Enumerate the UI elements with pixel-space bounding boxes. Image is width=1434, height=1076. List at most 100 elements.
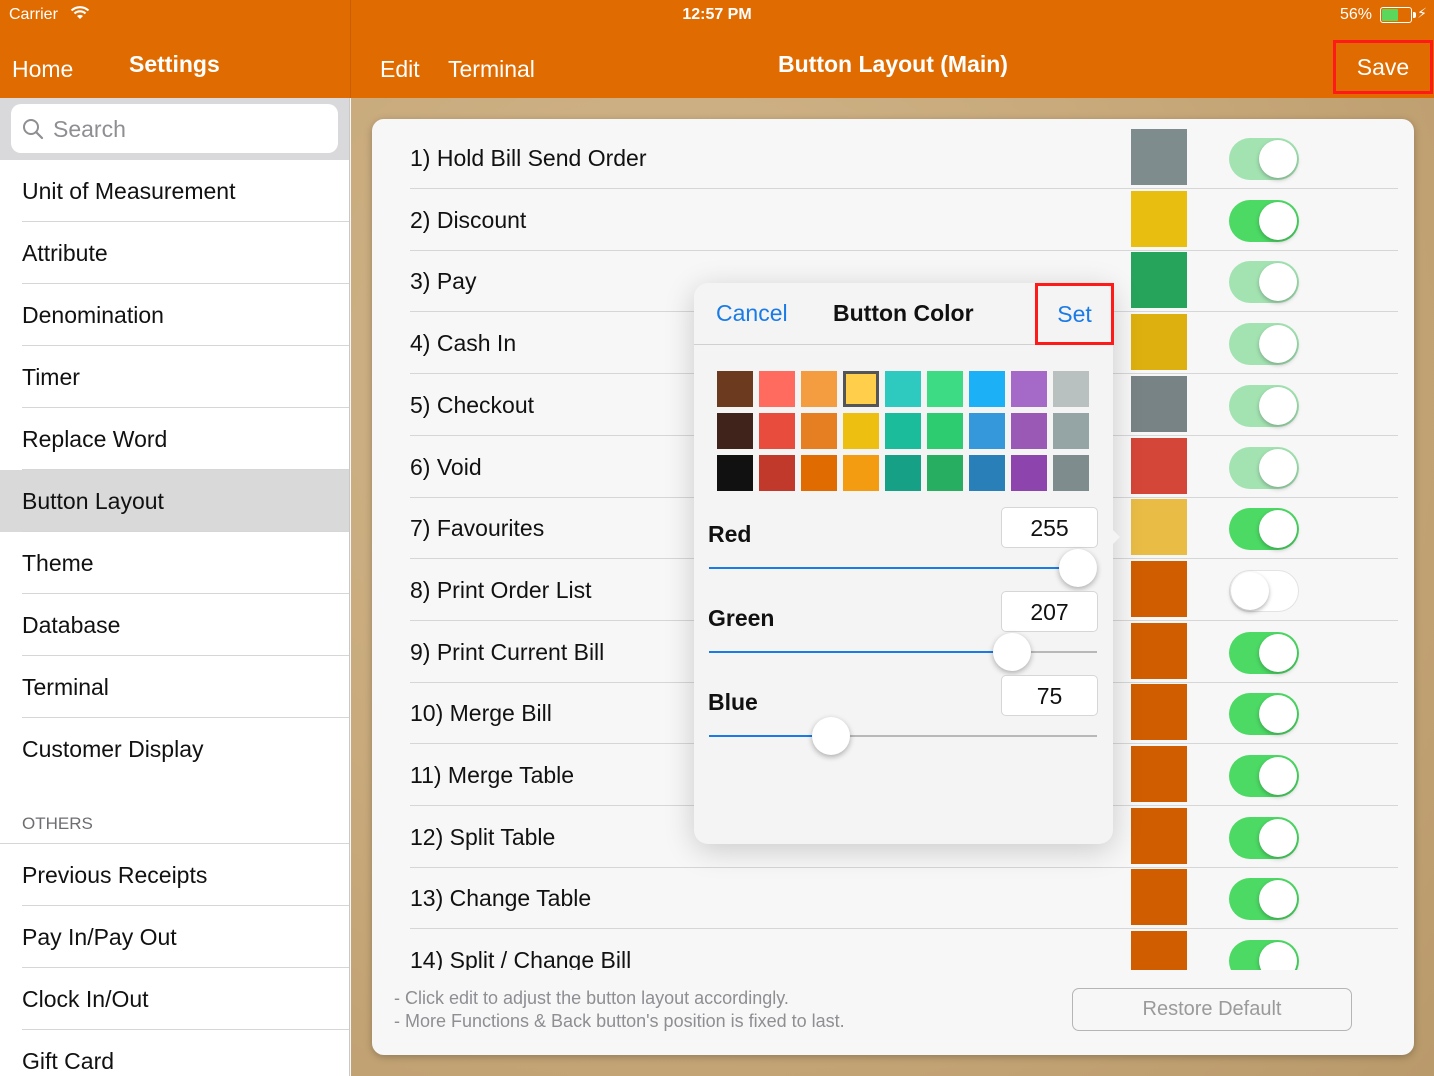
green-value-field[interactable]: 207 bbox=[1001, 591, 1098, 632]
button-label: 7) Favourites bbox=[410, 515, 545, 542]
enable-toggle[interactable] bbox=[1229, 508, 1299, 551]
sidebar-item[interactable]: Previous Receipts bbox=[0, 844, 349, 906]
palette-swatch[interactable] bbox=[969, 413, 1005, 449]
palette-swatch[interactable] bbox=[801, 371, 837, 407]
button-label: 1) Hold Bill Send Order bbox=[410, 145, 647, 171]
enable-toggle[interactable] bbox=[1229, 693, 1299, 736]
palette-swatch[interactable] bbox=[759, 455, 795, 491]
enable-toggle[interactable] bbox=[1229, 940, 1299, 970]
red-slider-thumb[interactable] bbox=[1059, 549, 1097, 587]
sidebar-item[interactable]: Attribute bbox=[0, 222, 349, 284]
toggle-knob bbox=[1259, 942, 1297, 970]
enable-toggle[interactable] bbox=[1229, 323, 1299, 366]
palette-swatch[interactable] bbox=[927, 455, 963, 491]
sidebar-item[interactable]: Clock In/Out bbox=[0, 968, 349, 1030]
palette-swatch[interactable] bbox=[717, 455, 753, 491]
restore-default-button[interactable]: Restore Default bbox=[1072, 988, 1352, 1031]
cancel-button[interactable]: Cancel bbox=[716, 300, 788, 327]
enable-toggle[interactable] bbox=[1229, 261, 1299, 304]
color-swatch[interactable] bbox=[1131, 314, 1187, 371]
sidebar-item[interactable]: Gift Card bbox=[0, 1030, 349, 1076]
set-button[interactable]: Set bbox=[1035, 283, 1114, 345]
palette-swatch[interactable] bbox=[843, 413, 879, 449]
sidebar-item[interactable]: Terminal bbox=[0, 656, 349, 718]
palette-swatch[interactable] bbox=[885, 455, 921, 491]
color-swatch[interactable] bbox=[1131, 746, 1187, 802]
enable-toggle[interactable] bbox=[1229, 384, 1299, 427]
toggle-knob bbox=[1259, 818, 1297, 857]
palette-swatch[interactable] bbox=[927, 413, 963, 449]
sidebar-item[interactable]: Timer bbox=[0, 346, 349, 408]
enable-toggle[interactable] bbox=[1229, 878, 1299, 921]
enable-toggle[interactable] bbox=[1229, 138, 1299, 180]
sidebar-item[interactable]: Database bbox=[0, 594, 349, 656]
sidebar-item[interactable]: Denomination bbox=[0, 284, 349, 346]
palette-swatch[interactable] bbox=[759, 413, 795, 449]
enable-toggle[interactable] bbox=[1229, 446, 1299, 489]
battery-percent: 56% bbox=[1339, 6, 1372, 23]
palette-swatch[interactable] bbox=[885, 413, 921, 449]
palette-swatch[interactable] bbox=[927, 371, 963, 407]
palette-swatch[interactable] bbox=[759, 371, 795, 407]
home-back-button[interactable]: Home bbox=[12, 56, 73, 83]
green-slider[interactable] bbox=[709, 632, 1097, 672]
toggle-knob bbox=[1259, 325, 1297, 364]
blue-slider-thumb[interactable] bbox=[811, 717, 850, 755]
palette-swatch[interactable] bbox=[969, 371, 1005, 407]
color-swatch[interactable] bbox=[1131, 375, 1187, 432]
blue-slider[interactable] bbox=[709, 716, 1097, 756]
red-slider[interactable] bbox=[709, 548, 1097, 588]
button-label: 10) Merge Bill bbox=[410, 700, 552, 727]
palette-swatch[interactable] bbox=[1011, 455, 1047, 491]
palette-swatch[interactable] bbox=[969, 455, 1005, 491]
red-value-field[interactable]: 255 bbox=[1001, 507, 1098, 548]
palette-swatch[interactable] bbox=[1053, 413, 1089, 449]
toggle-knob bbox=[1231, 571, 1269, 610]
enable-toggle[interactable] bbox=[1229, 569, 1299, 612]
save-button[interactable]: Save bbox=[1333, 40, 1433, 94]
enable-toggle[interactable] bbox=[1229, 755, 1299, 797]
color-swatch[interactable] bbox=[1131, 499, 1187, 556]
button-label: 3) Pay bbox=[410, 268, 477, 295]
button-label: 14) Split / Change Bill bbox=[410, 947, 632, 970]
toggle-knob bbox=[1259, 880, 1297, 919]
enable-toggle[interactable] bbox=[1229, 631, 1299, 674]
color-swatch[interactable] bbox=[1131, 190, 1187, 247]
sidebar-item[interactable]: Unit of Measurement bbox=[0, 160, 349, 222]
palette-swatch[interactable] bbox=[1053, 455, 1089, 491]
color-swatch[interactable] bbox=[1131, 129, 1187, 185]
color-swatch[interactable] bbox=[1131, 437, 1187, 494]
palette-swatch[interactable] bbox=[843, 455, 879, 491]
green-slider-thumb[interactable] bbox=[993, 633, 1032, 671]
sidebar-item[interactable]: Customer Display bbox=[0, 718, 349, 780]
enable-toggle[interactable] bbox=[1229, 816, 1299, 859]
palette-swatch[interactable] bbox=[801, 413, 837, 449]
palette-swatch[interactable] bbox=[801, 455, 837, 491]
color-swatch[interactable] bbox=[1131, 684, 1187, 741]
button-label: 5) Checkout bbox=[410, 391, 535, 418]
sidebar-item[interactable]: Pay In/Pay Out bbox=[0, 906, 349, 968]
blue-value-field[interactable]: 75 bbox=[1001, 675, 1098, 716]
sidebar-item[interactable]: Button Layout bbox=[0, 470, 349, 532]
footnote-line-1: - Click edit to adjust the button layout… bbox=[394, 988, 789, 1008]
palette-swatch[interactable] bbox=[1053, 371, 1089, 407]
search-input[interactable]: Search bbox=[11, 104, 338, 153]
button-label: 2) Discount bbox=[410, 206, 527, 233]
palette-swatch[interactable] bbox=[885, 371, 921, 407]
color-swatch[interactable] bbox=[1131, 622, 1187, 679]
table-row: 1) Hold Bill Send Order bbox=[372, 127, 1414, 189]
palette-swatch[interactable] bbox=[1011, 371, 1047, 407]
sidebar-item[interactable]: Replace Word bbox=[0, 408, 349, 470]
enable-toggle[interactable] bbox=[1229, 199, 1299, 242]
red-label: Red bbox=[708, 521, 752, 547]
color-swatch[interactable] bbox=[1131, 252, 1187, 309]
color-swatch[interactable] bbox=[1131, 931, 1187, 970]
color-swatch[interactable] bbox=[1131, 560, 1187, 617]
palette-swatch[interactable] bbox=[717, 371, 753, 407]
color-swatch[interactable] bbox=[1131, 807, 1187, 864]
palette-swatch[interactable] bbox=[1011, 413, 1047, 449]
palette-swatch[interactable] bbox=[843, 371, 879, 407]
palette-swatch[interactable] bbox=[717, 413, 753, 449]
sidebar-item[interactable]: Theme bbox=[0, 532, 349, 594]
color-swatch[interactable] bbox=[1131, 869, 1187, 926]
